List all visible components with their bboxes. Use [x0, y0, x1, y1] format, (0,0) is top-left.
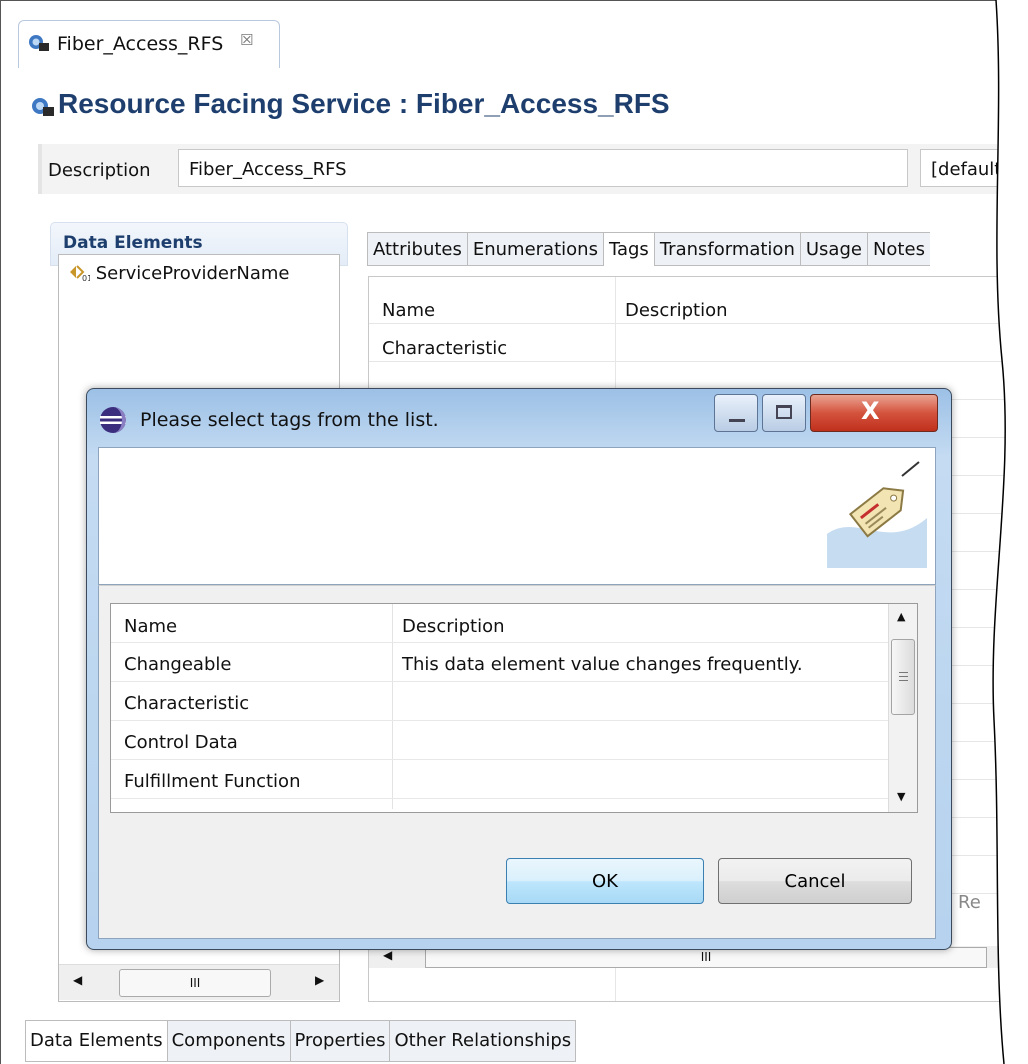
- scroll-thumb[interactable]: [891, 639, 915, 715]
- rfs-icon: [32, 98, 54, 116]
- scroll-down-icon[interactable]: ▼: [897, 790, 905, 803]
- close-button[interactable]: X: [810, 394, 938, 432]
- table-cell: Characteristic: [382, 338, 508, 359]
- tags-list: Name Description Changeable This data el…: [110, 603, 918, 813]
- column-header-name: Name: [124, 616, 178, 637]
- editor-tabs: Attributes Enumerations Tags Transformat…: [367, 232, 1028, 266]
- column-header-description: Description: [402, 616, 505, 637]
- maximize-button[interactable]: [762, 394, 806, 432]
- tab-enumerations[interactable]: Enumerations: [466, 232, 603, 266]
- maximize-icon: [776, 405, 792, 419]
- tag-name: Fulfillment Function: [124, 771, 301, 792]
- tab-attributes[interactable]: Attributes: [367, 232, 467, 266]
- editor-tab-label: Fiber_Access_RFS: [57, 33, 224, 55]
- data-element-icon: 01: [70, 265, 92, 283]
- rfs-icon: [29, 35, 49, 51]
- close-icon: X: [861, 397, 880, 425]
- tab-components[interactable]: Components: [167, 1020, 291, 1062]
- list-row[interactable]: Fulfillment Function: [111, 759, 889, 799]
- tab-transformation[interactable]: Transformation: [653, 232, 800, 266]
- close-icon[interactable]: ☒: [240, 31, 253, 49]
- bottom-tabs: Data Elements Components Properties Othe…: [25, 1020, 577, 1062]
- scroll-thumb[interactable]: III: [119, 969, 271, 997]
- tab-other-relationships[interactable]: Other Relationships: [390, 1020, 577, 1062]
- tag-name: Control Data: [124, 732, 238, 753]
- description-field[interactable]: Fiber_Access_RFS: [178, 149, 908, 187]
- tab-tags[interactable]: Tags: [602, 232, 654, 266]
- tag-name: Changeable: [124, 654, 232, 675]
- column-header-name: Name: [382, 300, 436, 321]
- svg-text:01: 01: [82, 274, 90, 282]
- data-elements-title: Data Elements: [63, 233, 203, 253]
- scroll-left-icon[interactable]: ◀: [383, 948, 392, 962]
- default-field[interactable]: [default]: [920, 149, 1028, 187]
- description-label: Description: [48, 160, 151, 181]
- scroll-left-icon[interactable]: ◀: [73, 973, 82, 987]
- ok-button[interactable]: OK: [506, 858, 704, 904]
- list-item[interactable]: 01 ServiceProviderName: [68, 262, 289, 284]
- minimize-icon: [729, 419, 745, 422]
- list-row[interactable]: Control Data: [111, 720, 889, 760]
- column-header-description: Description: [625, 300, 728, 321]
- partial-button-label: Re: [958, 892, 981, 913]
- scroll-thumb[interactable]: III: [425, 947, 987, 968]
- list-item-label: ServiceProviderName: [95, 263, 290, 284]
- minimize-button[interactable]: [714, 394, 758, 432]
- scroll-up-icon[interactable]: ▲: [897, 610, 905, 623]
- page-title: Resource Facing Service : Fiber_Access_R…: [58, 88, 670, 119]
- dialog-banner: [98, 447, 936, 585]
- tag-description: This data element value changes frequent…: [402, 654, 803, 675]
- eclipse-icon: [100, 407, 126, 433]
- tab-usage[interactable]: Usage: [799, 232, 867, 266]
- tag-icon: [827, 461, 927, 568]
- dialog-title: Please select tags from the list.: [140, 409, 439, 431]
- cancel-button[interactable]: Cancel: [718, 858, 912, 904]
- tab-properties[interactable]: Properties: [290, 1020, 391, 1062]
- tag-name: Characteristic: [124, 693, 250, 714]
- horizontal-scrollbar[interactable]: ◀ III ▶: [59, 964, 339, 1000]
- list-header: Name Description: [111, 604, 889, 643]
- scroll-right-icon[interactable]: ▶: [315, 973, 324, 987]
- tab-notes[interactable]: Notes: [866, 232, 930, 266]
- editor-tab[interactable]: Fiber_Access_RFS ☒: [18, 20, 280, 68]
- list-row[interactable]: Characteristic: [111, 681, 889, 721]
- list-row[interactable]: Changeable This data element value chang…: [111, 642, 889, 682]
- tab-data-elements[interactable]: Data Elements: [25, 1020, 168, 1062]
